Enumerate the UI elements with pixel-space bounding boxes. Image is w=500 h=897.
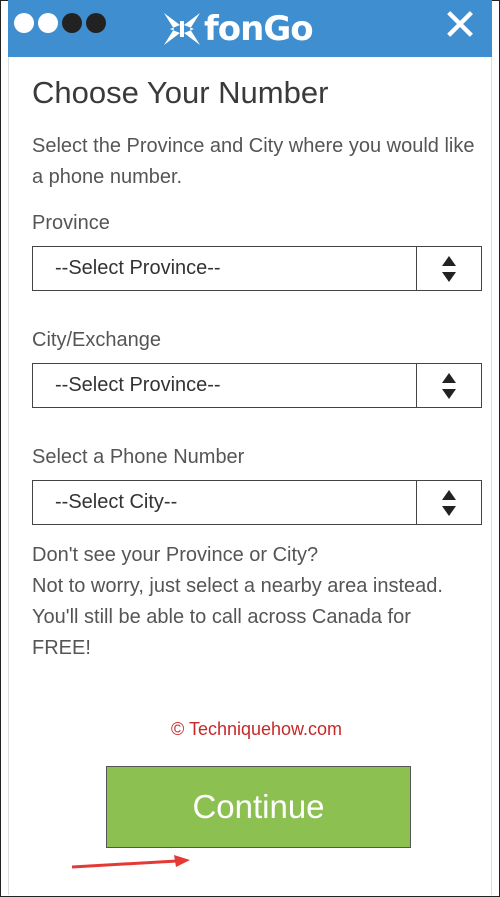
phone-number-select-value: --Select City-- (33, 481, 417, 524)
phone-number-select[interactable]: --Select City-- (32, 480, 482, 525)
red-arrow-icon (72, 855, 190, 869)
signal-dot (86, 13, 106, 33)
city-exchange-select[interactable]: --Select Province-- (32, 363, 482, 408)
watermark: © Techniquehow.com (171, 719, 343, 739)
phone-number-label: Select a Phone Number (32, 446, 245, 468)
up-down-arrows-icon (417, 247, 481, 290)
signal-dots (14, 13, 106, 33)
fongo-logo: fonGo (160, 8, 314, 50)
help-note-line: Not to worry, just select a nearby area … (32, 575, 443, 597)
continue-button[interactable]: Continue (106, 766, 411, 848)
intro-text: Select the Province and City where you w… (32, 135, 475, 188)
signal-dot (62, 13, 82, 33)
help-note-line: FREE! (32, 637, 91, 659)
up-down-arrows-icon (417, 481, 481, 524)
province-select[interactable]: --Select Province-- (32, 246, 482, 291)
help-note-line: You'll still be able to call across Cana… (32, 606, 411, 628)
app-header: fonGo ✕ (8, 0, 492, 57)
help-note-line: Don't see your Province or City? (32, 544, 319, 566)
number-picker-panel: Choose Your Number Select the Province a… (8, 57, 492, 895)
signal-dot (14, 13, 34, 33)
city-exchange-label: City/Exchange (32, 329, 161, 351)
signal-dot (38, 13, 58, 33)
page-title: Choose Your Number (32, 75, 329, 110)
butterfly-icon (164, 13, 200, 45)
close-button[interactable]: ✕ (440, 4, 480, 48)
province-label: Province (32, 212, 110, 234)
help-note: Don't see your Province or City? Not to … (32, 540, 492, 664)
up-down-arrows-icon (417, 364, 481, 407)
city-exchange-select-value: --Select Province-- (33, 364, 417, 407)
province-select-value: --Select Province-- (33, 247, 417, 290)
brand-name: fonGo (204, 9, 314, 49)
